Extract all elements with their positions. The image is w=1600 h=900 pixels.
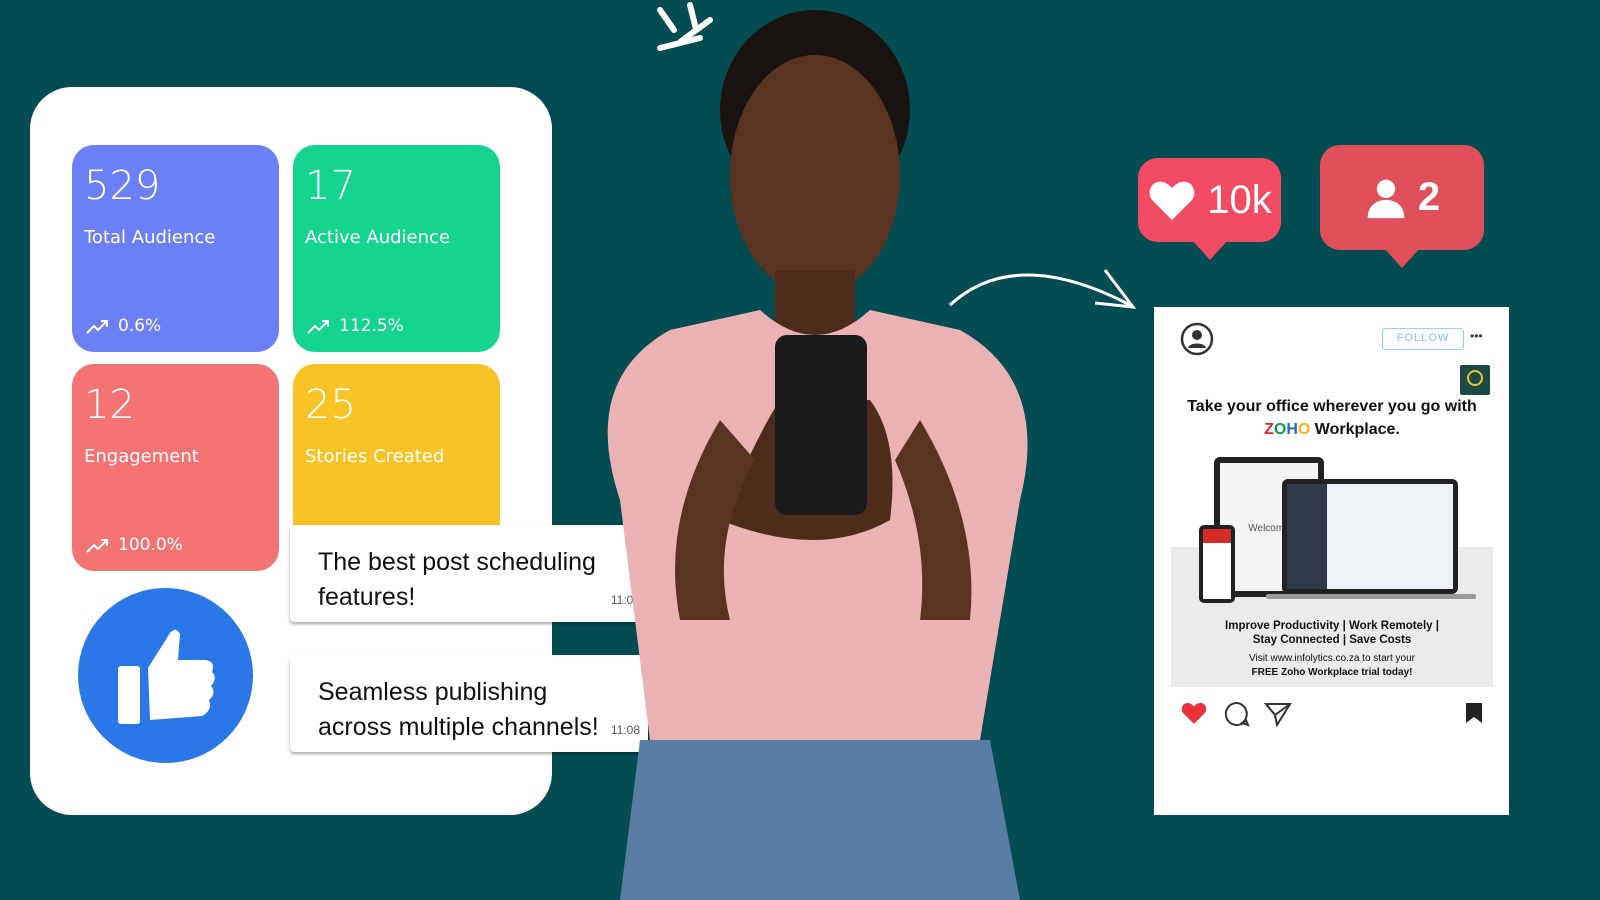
thumbs-up-icon	[118, 629, 215, 724]
zoho-letter: Z	[1264, 421, 1274, 438]
laptop-base	[1266, 594, 1476, 599]
stat-label: Total Audience	[84, 227, 216, 248]
benefits-line: Improve Productivity | Work Remotely |	[1225, 620, 1439, 632]
more-options-icon[interactable]: •••	[1470, 329, 1483, 343]
stat-stories-created: 25 Stories Created	[293, 364, 500, 534]
followers-count: 2	[1417, 175, 1441, 219]
stat-value: 529	[84, 163, 161, 209]
user-icon	[1367, 179, 1405, 218]
stat-trend: 100.0%	[118, 535, 183, 555]
likes-count: 10k	[1207, 177, 1272, 222]
followers-notification: 2	[1320, 145, 1484, 268]
woman-with-phone-photo	[607, 2, 1028, 900]
cta-line: Visit www.infolytics.co.za to start your	[1249, 653, 1415, 664]
zoho-letter: H	[1286, 421, 1298, 438]
message-text: The best post scheduling features!	[318, 548, 596, 611]
post-benefits: Improve Productivity | Work Remotely | St…	[1171, 619, 1493, 647]
trend-up-icon	[86, 320, 108, 334]
likes-notification: 10k	[1138, 158, 1281, 260]
headline-text: Workplace.	[1310, 421, 1400, 438]
like-heart-icon[interactable]	[1180, 701, 1208, 725]
stat-active-audience: 17 Active Audience 112.5%	[293, 145, 500, 352]
zoho-letter: O	[1273, 421, 1287, 438]
stat-value: 12	[84, 382, 135, 428]
cta-line: FREE Zoho Workplace trial today!	[1251, 667, 1413, 678]
share-send-icon[interactable]	[1264, 701, 1292, 727]
social-post-card: FOLLOW ••• Take your office wherever you…	[1154, 307, 1509, 815]
infolytics-logo	[1460, 365, 1490, 395]
profile-avatar-icon[interactable]	[1180, 322, 1214, 356]
trend-up-icon	[86, 539, 108, 553]
zoho-logo: ZOHO	[1264, 421, 1310, 438]
stat-value: 17	[305, 163, 356, 209]
trend-up-icon	[307, 320, 329, 334]
laptop-mockup	[1282, 479, 1458, 594]
stat-label: Engagement	[84, 446, 199, 467]
post-cta: Visit www.infolytics.co.za to start your…	[1171, 652, 1493, 680]
heart-icon	[1149, 181, 1195, 220]
stat-label: Active Audience	[305, 227, 451, 248]
stat-trend: 112.5%	[339, 316, 404, 336]
stat-value: 25	[305, 382, 356, 428]
stat-total-audience: 529 Total Audience 0.6%	[72, 145, 279, 352]
thumbs-up-badge	[78, 588, 253, 763]
stat-label: Stories Created	[305, 446, 445, 467]
benefits-line: Stay Connected | Save Costs	[1252, 634, 1412, 646]
headline-text: Take your office wherever you go with	[1187, 398, 1477, 415]
follow-button[interactable]: FOLLOW	[1382, 328, 1464, 350]
arrow-icon	[948, 269, 1137, 309]
comment-icon[interactable]	[1224, 701, 1250, 727]
stat-engagement: 12 Engagement 100.0%	[72, 364, 279, 571]
bookmark-icon[interactable]	[1464, 702, 1484, 724]
stat-trend: 0.6%	[118, 316, 162, 336]
message-text: Seamless publishing across multiple chan…	[318, 678, 599, 741]
phone-mockup	[1199, 525, 1235, 603]
post-headline: Take your office wherever you go with ZO…	[1174, 395, 1490, 441]
zoho-letter: O	[1297, 421, 1311, 438]
